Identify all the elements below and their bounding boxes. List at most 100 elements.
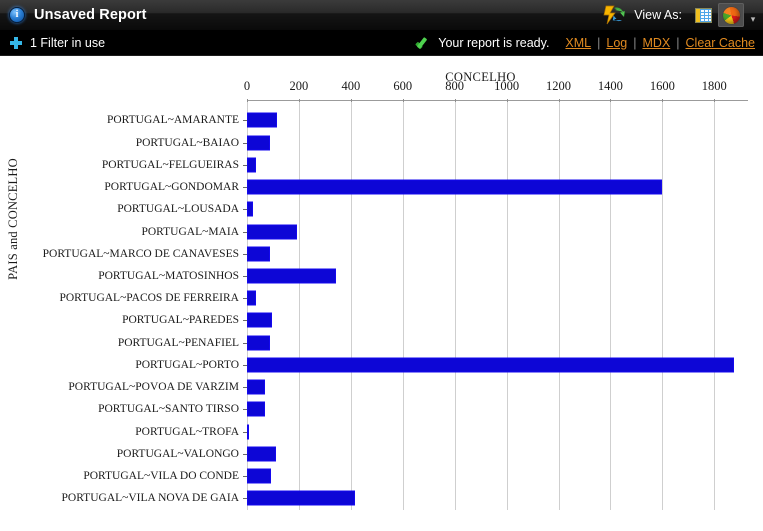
view-as-chart-button[interactable] — [718, 3, 744, 27]
x-axis-tick — [298, 99, 300, 102]
y-axis-category-label: PORTUGAL~PENAFIEL — [117, 336, 239, 349]
y-axis-category-label: PORTUGAL~VILA DO CONDE — [83, 470, 239, 482]
bar[interactable] — [247, 224, 298, 240]
status-bar-right: Your report is ready. XML | Log | MDX | … — [416, 36, 763, 50]
filter-status-label: 1 Filter in use — [30, 36, 106, 50]
y-axis-category-label: PORTUGAL~FELGUEIRAS — [101, 158, 239, 171]
x-axis-tick — [506, 99, 508, 102]
chart-title: CONCELHO — [445, 70, 516, 84]
x-axis-tick-label: 1800 — [701, 79, 727, 93]
y-axis-category-label: PORTUGAL~VILA NOVA DE GAIA — [61, 492, 240, 505]
bar[interactable] — [247, 490, 356, 506]
lightning-refresh-icon[interactable] — [603, 5, 626, 25]
y-axis-category-label: PORTUGAL~SANTO TIRSO — [98, 403, 239, 416]
bar[interactable] — [247, 424, 250, 440]
plus-icon[interactable] — [10, 37, 22, 49]
chevron-down-icon[interactable]: ▾ — [746, 0, 760, 30]
bar[interactable] — [247, 335, 271, 351]
y-axis-category-label: PORTUGAL~MARCO DE CANAVESES — [42, 247, 239, 260]
y-axis-tick — [243, 476, 247, 477]
y-axis-tick — [243, 320, 247, 322]
link-separator: | — [633, 36, 637, 50]
x-gridline — [558, 100, 560, 510]
x-axis-tick — [714, 99, 716, 102]
mdx-link[interactable]: MDX — [642, 36, 670, 50]
y-axis-category-label: PORTUGAL~GONDOMAR — [104, 181, 239, 194]
y-axis-tick — [243, 164, 247, 166]
y-axis-tick — [243, 276, 247, 277]
bar[interactable] — [247, 135, 271, 151]
bar[interactable] — [247, 357, 734, 373]
x-axis-tick-label: 400 — [341, 79, 361, 93]
pie-chart-icon — [722, 6, 740, 24]
x-axis-tick — [558, 99, 560, 102]
x-axis-tick-label: 1400 — [597, 79, 623, 93]
x-axis-tick — [454, 99, 456, 102]
x-axis-tick-label: 800 — [445, 79, 465, 93]
x-gridline — [298, 100, 300, 510]
bar[interactable] — [247, 401, 266, 417]
x-axis-tick-label: 600 — [393, 79, 413, 93]
action-links: XML | Log | MDX | Clear Cache — [565, 36, 755, 50]
x-gridline — [506, 100, 508, 510]
x-axis-tick — [247, 99, 248, 102]
y-axis-category-label: PORTUGAL~TROFA — [135, 425, 239, 438]
bar[interactable] — [247, 201, 254, 217]
bar[interactable] — [247, 157, 257, 173]
page-title: Unsaved Report — [34, 7, 147, 23]
view-as-label: View As: — [634, 8, 682, 22]
info-icon: i — [9, 7, 25, 23]
x-axis-tick-label: 1000 — [494, 79, 520, 93]
green-check-icon — [416, 37, 431, 50]
y-axis-category-label: PORTUGAL~PACOS DE FERREIRA — [59, 292, 239, 305]
y-axis-category-label: PORTUGAL~VALONGO — [116, 447, 239, 460]
x-axis-tick — [350, 99, 352, 102]
bar[interactable] — [247, 446, 277, 462]
clear-cache-link[interactable]: Clear Cache — [686, 36, 755, 50]
link-separator: | — [597, 36, 601, 50]
y-axis-tick — [243, 409, 247, 411]
status-bar: 1 Filter in use Your report is ready. XM… — [0, 31, 763, 56]
bar[interactable] — [247, 112, 277, 128]
window-titlebar: i Unsaved Report View As: ▾ — [0, 0, 763, 31]
link-separator: | — [676, 36, 680, 50]
y-axis-tick — [243, 453, 247, 455]
x-axis-tick — [610, 99, 612, 102]
x-axis-tick — [402, 99, 404, 102]
x-gridline — [350, 100, 352, 510]
y-axis-tick — [243, 231, 247, 233]
log-link[interactable]: Log — [606, 36, 627, 50]
chart-canvas: CONCELHO PAIS and CONCELHO 0 200 400 600 800… — [0, 56, 763, 531]
x-gridline — [610, 100, 612, 510]
xml-link[interactable]: XML — [565, 36, 591, 50]
table-grid-icon — [694, 7, 712, 23]
y-axis-tick — [243, 298, 247, 300]
y-axis-tick — [243, 342, 247, 344]
x-gridline — [662, 100, 664, 510]
x-axis-tick-label: 1600 — [649, 79, 675, 93]
titlebar-toolbar: View As: ▾ — [603, 0, 763, 30]
bar[interactable] — [247, 379, 266, 395]
x-axis-tick-label: 1200 — [546, 79, 571, 93]
bar[interactable] — [247, 268, 337, 284]
y-axis-category-label: PORTUGAL~BAIAO — [135, 136, 239, 149]
y-axis-tick — [243, 187, 247, 189]
y-axis-category-label: PORTUGAL~AMARANTE — [106, 114, 239, 127]
bar[interactable] — [247, 468, 272, 484]
y-axis-tick — [243, 142, 247, 144]
report-ready-label: Your report is ready. — [438, 36, 550, 50]
y-axis-category-label: PORTUGAL~MAIA — [141, 225, 239, 238]
y-axis-category-label: PORTUGAL~PAREDES — [122, 314, 239, 327]
bar[interactable] — [247, 246, 271, 262]
bar[interactable] — [247, 312, 273, 328]
y-axis-tick — [243, 209, 247, 211]
y-axis-tick — [243, 120, 247, 122]
bar[interactable] — [247, 179, 663, 195]
bar[interactable] — [247, 290, 257, 306]
x-gridline — [454, 100, 456, 510]
x-axis-tick-label: 0 — [243, 79, 251, 93]
y-axis-category-label: PORTUGAL~LOUSADA — [117, 203, 239, 216]
plot-region: 0 200 400 600 800 1000 1200 1400 1600 1800 PORTUGA… — [43, 79, 748, 510]
view-as-grid-button[interactable] — [690, 3, 716, 27]
y-axis-tick — [243, 364, 247, 366]
